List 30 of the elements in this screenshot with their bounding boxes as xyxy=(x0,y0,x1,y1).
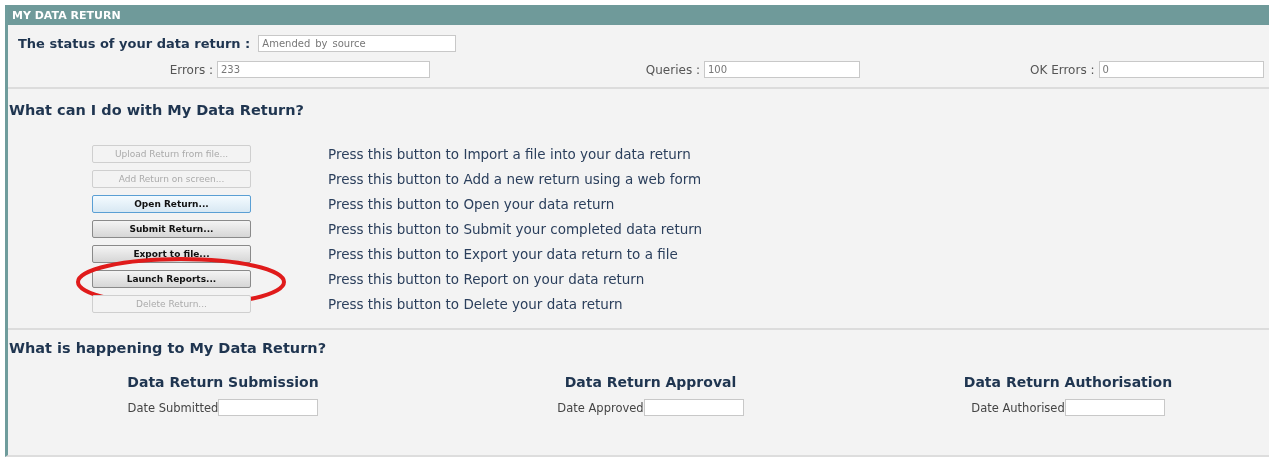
status-label: The status of your data return : xyxy=(18,36,251,51)
date-label: Date Authorised xyxy=(971,400,1065,415)
stage-title: Data Return Submission xyxy=(127,374,319,390)
action-button[interactable]: Submit Return... xyxy=(92,220,251,238)
count-field[interactable]: 100 xyxy=(704,61,860,78)
count-field[interactable]: 233 xyxy=(217,61,430,78)
count-label: Queries : xyxy=(645,62,700,77)
date-label: Date Approved xyxy=(557,400,644,415)
count-field[interactable]: 0 xyxy=(1098,61,1264,78)
action-description: Press this button to Export your data return to a file xyxy=(328,246,678,262)
count-label: OK Errors : xyxy=(1030,62,1095,77)
stage-title: Data Return Authorisation xyxy=(963,374,1173,390)
section-heading: What can I do with My Data Return? xyxy=(8,102,305,118)
date-label: Date Submitted xyxy=(127,400,219,415)
status-field[interactable]: Amended_by_source xyxy=(258,35,457,52)
action-button[interactable]: Launch Reports... xyxy=(92,270,251,288)
action-description: Press this button to Report on your data return xyxy=(328,271,645,287)
date-field[interactable] xyxy=(643,399,744,416)
action-description: Press this button to Open your data return xyxy=(328,196,615,212)
action-description: Press this button to Import a file into your data return xyxy=(328,146,691,162)
action-description: Press this button to Add a new return using a web form xyxy=(328,171,702,187)
action-button[interactable]: Open Return... xyxy=(92,195,251,213)
date-field[interactable] xyxy=(1064,399,1165,416)
stage-title: Data Return Approval xyxy=(564,374,737,390)
action-description: Press this button to Submit your completed data return xyxy=(328,221,703,237)
count-label: Errors : xyxy=(169,62,213,77)
date-field[interactable] xyxy=(218,399,319,416)
section-heading: What is happening to My Data Return? xyxy=(8,340,328,356)
action-description: Press this button to Delete your data return xyxy=(328,296,623,312)
panel-title: MY DATA RETURN xyxy=(12,8,121,22)
